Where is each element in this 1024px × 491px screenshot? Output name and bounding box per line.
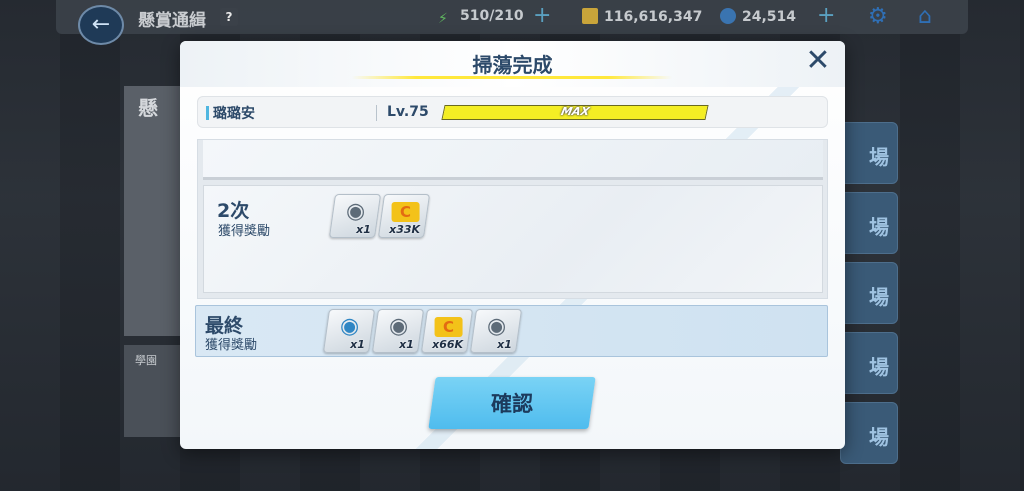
credit-icon: C: [434, 317, 463, 337]
final-reward-row: 最終 獲得獎勵 ◉ x1 ◉ x1 C x66K ◉ x1: [195, 305, 828, 357]
title-underline: [352, 76, 672, 79]
lightning-icon: ⚡: [438, 11, 448, 27]
ap-plus-button[interactable]: +: [533, 3, 551, 28]
credit-icon: C: [391, 202, 420, 222]
gear-icon[interactable]: ⚙: [868, 4, 888, 29]
credit-value: 116,616,347: [604, 9, 703, 25]
gem-plus-button[interactable]: +: [817, 3, 835, 28]
ap-counter: ⚡ 510/210: [438, 8, 524, 27]
left-stage-card: [124, 86, 180, 336]
exp-bar: MAX: [441, 105, 709, 120]
reward-item[interactable]: C x33K: [377, 194, 431, 238]
disc-icon: ◉: [345, 199, 366, 224]
disc-icon: ◉: [486, 314, 507, 339]
exp-label: MAX: [559, 105, 591, 118]
gem-counter: 24,514: [720, 8, 796, 25]
disc-blue-icon: ◉: [339, 314, 360, 339]
previous-round-panel: [203, 140, 823, 180]
round-reward-label: 獲得獎勵: [218, 224, 271, 239]
final-items: ◉ x1 ◉ x1 C x66K ◉ x1: [322, 309, 523, 353]
left-card-title: 懸: [138, 96, 158, 120]
close-icon[interactable]: ✕: [803, 46, 833, 77]
final-reward-label: 獲得獎勵: [205, 338, 258, 353]
left-card-subtitle: 學園: [135, 354, 157, 367]
gem-icon: [720, 8, 736, 24]
side-button-4[interactable]: 場: [840, 332, 898, 394]
reward-list[interactable]: 2次 獲得獎勵 ◉ x1 C x33K: [197, 139, 828, 299]
reward-item[interactable]: ◉ x1: [328, 194, 382, 238]
credit-icon: [582, 8, 598, 24]
reward-item[interactable]: C x66K: [420, 309, 474, 353]
item-quantity: x1: [356, 223, 372, 236]
confirm-button[interactable]: 確認: [428, 377, 596, 429]
accent-bar: [206, 106, 209, 120]
reward-item[interactable]: ◉ x1: [469, 309, 523, 353]
item-quantity: x1: [350, 338, 366, 351]
item-quantity: x1: [497, 338, 513, 351]
side-button-2[interactable]: 場: [840, 192, 898, 254]
item-quantity: x33K: [389, 223, 421, 236]
ap-value: 510/210: [460, 8, 524, 24]
side-button-1[interactable]: 場: [840, 122, 898, 184]
side-button-5[interactable]: 場: [840, 402, 898, 464]
help-icon[interactable]: ?: [220, 8, 238, 26]
character-level: Lv.75: [387, 104, 429, 120]
reward-item[interactable]: ◉ x1: [322, 309, 376, 353]
character-exp-row: 璐璐安 Lv.75 MAX: [197, 96, 828, 128]
side-button-3[interactable]: 場: [840, 262, 898, 324]
home-icon[interactable]: ⌂: [918, 4, 932, 29]
disc-icon: ◉: [388, 314, 409, 339]
back-button[interactable]: ←: [78, 5, 124, 45]
sweep-complete-dialog: 掃蕩完成 ✕ 璐璐安 Lv.75 MAX 2次 獲得獎勵 ◉ x1 C x33K: [180, 41, 845, 449]
gem-value: 24,514: [742, 9, 797, 25]
round-items: ◉ x1 C x33K: [328, 194, 431, 238]
reward-item[interactable]: ◉ x1: [371, 309, 425, 353]
item-quantity: x66K: [432, 338, 464, 351]
header-title: 懸賞通緝: [138, 11, 206, 31]
item-quantity: x1: [399, 338, 415, 351]
confirm-label: 確認: [491, 392, 533, 416]
divider: [376, 105, 377, 121]
dialog-title: 掃蕩完成: [472, 53, 553, 77]
character-name: 璐璐安: [213, 106, 255, 122]
round-count: 2次: [217, 200, 250, 222]
credit-counter: 116,616,347: [582, 8, 702, 25]
round-panel: 2次 獲得獎勵 ◉ x1 C x33K: [203, 185, 823, 293]
